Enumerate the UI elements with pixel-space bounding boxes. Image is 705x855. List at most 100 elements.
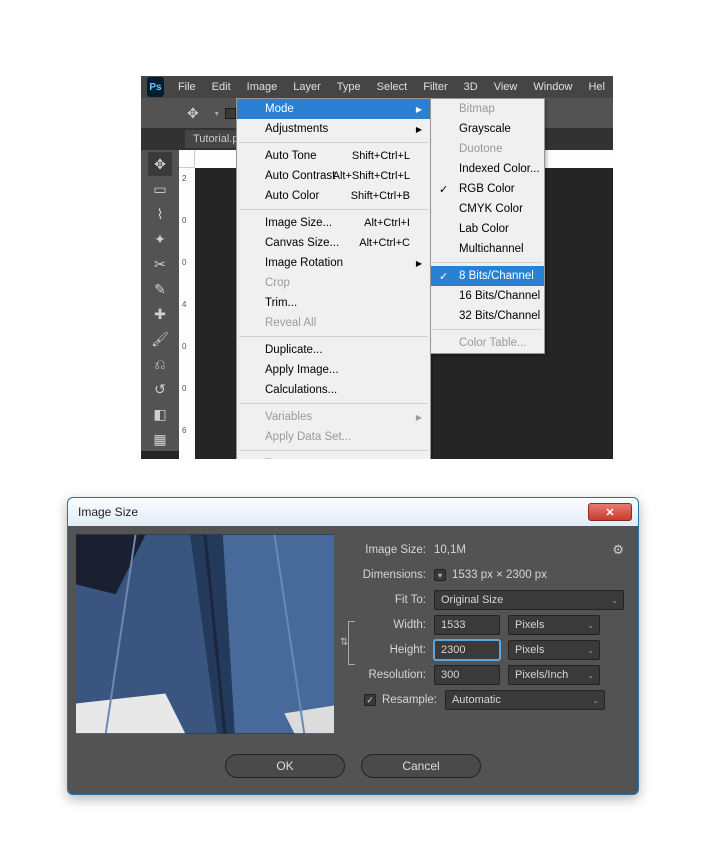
tools-panel: ✥ ▭ ⌇ ✦ ✂ ✎ ✚ 🖌 ⎌ ↺ ◧ ▦ bbox=[141, 150, 179, 451]
mode-menu-8-bits-channel[interactable]: ✓8 Bits/Channel bbox=[431, 266, 544, 286]
menu-item-label: 32 Bits/Channel bbox=[459, 310, 540, 322]
image-menu-apply-image[interactable]: Apply Image... bbox=[237, 360, 430, 380]
dimensions-value: 1533 px × 2300 px bbox=[452, 569, 547, 581]
auto-select-checkbox[interactable] bbox=[225, 108, 236, 119]
dialog-titlebar: Image Size ✕ bbox=[68, 498, 638, 526]
image-menu-apply-data-set: Apply Data Set... bbox=[237, 427, 430, 447]
width-label: Width: bbox=[358, 619, 434, 631]
lasso-tool[interactable]: ⌇ bbox=[148, 202, 172, 226]
mode-menu-indexed-color[interactable]: Indexed Color... bbox=[431, 159, 544, 179]
link-dimensions-icon[interactable]: ⇅ bbox=[344, 621, 354, 665]
width-unit-select[interactable]: Pixels⌄ bbox=[508, 615, 600, 635]
tool-preset-chevron-icon[interactable]: ▾ bbox=[215, 109, 219, 118]
cancel-button[interactable]: Cancel bbox=[361, 754, 481, 778]
mode-menu-multichannel[interactable]: Multichannel bbox=[431, 239, 544, 259]
menu-item-label: Lab Color bbox=[459, 223, 509, 235]
jeans-preview-icon bbox=[76, 534, 334, 734]
mode-menu-cmyk-color[interactable]: CMYK Color bbox=[431, 199, 544, 219]
clone-stamp-tool[interactable]: ⎌ bbox=[148, 352, 172, 376]
menu-layer[interactable]: Layer bbox=[285, 78, 329, 96]
menu-view[interactable]: View bbox=[486, 78, 526, 96]
resolution-label: Resolution: bbox=[344, 669, 434, 681]
menu-item-label: Adjustments bbox=[265, 123, 328, 135]
history-brush-tool[interactable]: ↺ bbox=[148, 377, 172, 401]
magic-wand-tool[interactable]: ✦ bbox=[148, 227, 172, 251]
ruler-origin bbox=[179, 150, 195, 168]
fit-to-select[interactable]: Original Size⌄ bbox=[434, 590, 624, 610]
image-menu-duplicate[interactable]: Duplicate... bbox=[237, 340, 430, 360]
gear-icon[interactable]: ⚙ bbox=[612, 542, 624, 558]
image-menu-auto-tone[interactable]: Auto ToneShift+Ctrl+L bbox=[237, 146, 430, 166]
fit-to-label: Fit To: bbox=[344, 594, 434, 606]
menu-item-label: CMYK Color bbox=[459, 203, 523, 215]
menu-window[interactable]: Window bbox=[525, 78, 580, 96]
mode-menu-32-bits-channel[interactable]: 32 Bits/Channel bbox=[431, 306, 544, 326]
image-menu-auto-color[interactable]: Auto ColorShift+Ctrl+B bbox=[237, 186, 430, 206]
menu-item-label: 8 Bits/Channel bbox=[459, 270, 534, 282]
resample-select[interactable]: Automatic⌄ bbox=[445, 690, 605, 710]
mode-menu-lab-color[interactable]: Lab Color bbox=[431, 219, 544, 239]
menu-edit[interactable]: Edit bbox=[204, 78, 239, 96]
marquee-tool[interactable]: ▭ bbox=[148, 177, 172, 201]
menu-item-label: Crop bbox=[265, 277, 290, 289]
crop-tool[interactable]: ✂ bbox=[148, 252, 172, 276]
menu-item-label: RGB Color bbox=[459, 183, 515, 195]
menu-select[interactable]: Select bbox=[369, 78, 416, 96]
image-menu-mode[interactable]: Mode▶ bbox=[237, 99, 430, 119]
close-button[interactable]: ✕ bbox=[588, 503, 632, 521]
mode-menu-bitmap: Bitmap bbox=[431, 99, 544, 119]
ruler-tick: 0 bbox=[182, 342, 186, 351]
menu-item-label: Image Size... bbox=[265, 217, 332, 229]
ruler-tick: 6 bbox=[182, 426, 186, 435]
mode-menu-16-bits-channel[interactable]: 16 Bits/Channel bbox=[431, 286, 544, 306]
image-menu-image-rotation[interactable]: Image Rotation ▶ bbox=[237, 253, 430, 273]
move-tool[interactable]: ✥ bbox=[148, 152, 172, 176]
resolution-unit-select[interactable]: Pixels/Inch⌄ bbox=[508, 665, 600, 685]
image-menu-dropdown[interactable]: Mode▶Adjustments▶Auto ToneShift+Ctrl+LAu… bbox=[236, 98, 431, 459]
mode-menu-rgb-color[interactable]: ✓RGB Color bbox=[431, 179, 544, 199]
image-menu-trim[interactable]: Trim... bbox=[237, 293, 430, 313]
height-input[interactable]: 2300 bbox=[434, 640, 500, 660]
menu-separator bbox=[239, 142, 428, 143]
image-menu-auto-contrast[interactable]: Auto ContrastAlt+Shift+Ctrl+L bbox=[237, 166, 430, 186]
resample-checkbox[interactable]: ✓ bbox=[364, 694, 376, 706]
eyedropper-tool[interactable]: ✎ bbox=[148, 277, 172, 301]
resolution-input[interactable]: 300 bbox=[434, 665, 500, 685]
menu-item-label: Auto Contrast bbox=[265, 170, 335, 182]
menu-image[interactable]: Image bbox=[239, 78, 286, 96]
workspace: 2004006 ✥ ▭ ⌇ ✦ ✂ ✎ ✚ 🖌 ⎌ ↺ ◧ ▦ Mode▶Adj… bbox=[141, 150, 613, 459]
menu-item-label: Trim... bbox=[265, 297, 297, 309]
mode-menu-grayscale[interactable]: Grayscale bbox=[431, 119, 544, 139]
menu-hel[interactable]: Hel bbox=[580, 78, 613, 96]
ok-button[interactable]: OK bbox=[225, 754, 345, 778]
menu-3d[interactable]: 3D bbox=[456, 78, 486, 96]
image-menu-calculations[interactable]: Calculations... bbox=[237, 380, 430, 400]
width-input[interactable]: 1533 bbox=[434, 615, 500, 635]
menu-separator bbox=[433, 329, 542, 330]
menu-item-label: Indexed Color... bbox=[459, 163, 540, 175]
brush-tool[interactable]: 🖌 bbox=[148, 327, 172, 351]
menu-type[interactable]: Type bbox=[329, 78, 369, 96]
mode-submenu[interactable]: BitmapGrayscale Duotone Indexed Color... ✓R… bbox=[430, 98, 545, 354]
menu-filter[interactable]: Filter bbox=[415, 78, 455, 96]
dimensions-disclose-icon[interactable]: ▾ bbox=[434, 569, 446, 581]
gradient-tool[interactable]: ▦ bbox=[148, 427, 172, 451]
healing-brush-tool[interactable]: ✚ bbox=[148, 302, 172, 326]
preview-thumbnail bbox=[76, 534, 334, 734]
image-menu-adjustments[interactable]: Adjustments▶ bbox=[237, 119, 430, 139]
menu-item-label: Image Rotation bbox=[265, 257, 343, 269]
eraser-tool[interactable]: ◧ bbox=[148, 402, 172, 426]
dimensions-label: Dimensions: bbox=[344, 569, 434, 581]
menubar: Ps FileEditImageLayerTypeSelectFilter3DV… bbox=[141, 76, 613, 98]
image-menu-trap: Trap... bbox=[237, 454, 430, 459]
ruler-tick: 0 bbox=[182, 216, 186, 225]
image-menu-image-size[interactable]: Image Size...Alt+Ctrl+I bbox=[237, 213, 430, 233]
image-menu-canvas-size[interactable]: Canvas Size...Alt+Ctrl+C bbox=[237, 233, 430, 253]
menu-item-label: Duotone bbox=[459, 143, 502, 155]
menu-item-label: Apply Image... bbox=[265, 364, 339, 376]
menu-item-label: Reveal All bbox=[265, 317, 316, 329]
height-unit-select[interactable]: Pixels⌄ bbox=[508, 640, 600, 660]
submenu-arrow-icon: ▶ bbox=[416, 259, 422, 268]
menu-item-label: Multichannel bbox=[459, 243, 524, 255]
menu-file[interactable]: File bbox=[170, 78, 204, 96]
